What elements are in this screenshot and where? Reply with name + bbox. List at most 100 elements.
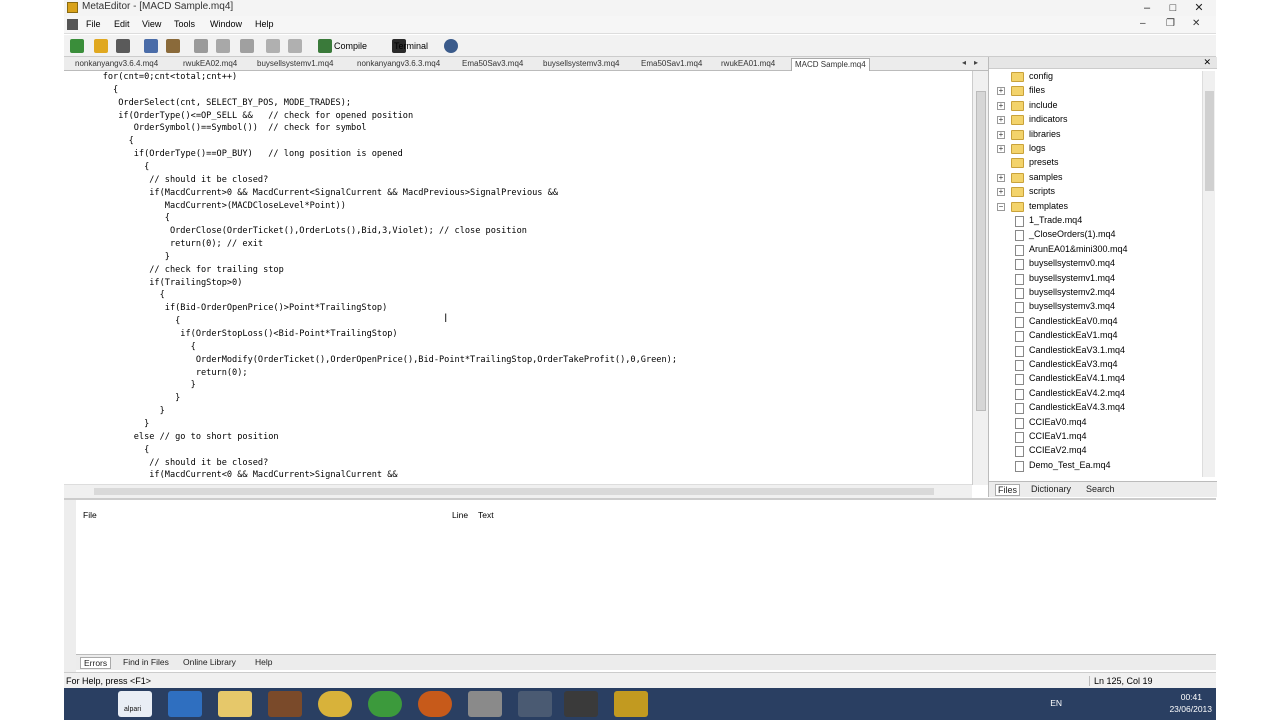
minimize-icon[interactable]: – [1136,0,1158,16]
tab-search[interactable]: Search [1084,484,1117,494]
tree-file[interactable]: Demo_Test_Ea.mq4 [989,459,1201,473]
tree-file[interactable]: CandlestickEaV3.1.mq4 [989,344,1201,358]
menu-help[interactable]: Help [255,19,274,29]
tab-file[interactable]: Ema50Sav3.mq4 [459,58,526,71]
tree-file[interactable]: 1_Trade.mq4 [989,214,1201,228]
expand-icon[interactable]: + [997,87,1005,96]
tab-file[interactable]: buysellsystemv3.mq4 [540,58,622,71]
tree-file[interactable]: CCIEaV2.mq4 [989,444,1201,458]
code-line[interactable]: if(Bid-OrderOpenPrice()>Point*TrailingSt… [82,303,387,313]
tree-file[interactable]: CandlestickEaV0.mq4 [989,315,1201,329]
doc-restore-icon[interactable]: ❐ [1166,18,1175,29]
tree-file[interactable]: CCIEaV1.mq4 [989,430,1201,444]
column-text[interactable]: Text [478,510,494,520]
tree-folder-logs[interactable]: + logs [989,142,1201,156]
new-file-icon[interactable] [70,39,84,53]
code-line[interactable]: OrderClose(OrderTicket(),OrderLots(),Bid… [82,226,527,236]
code-line[interactable]: else // go to short position [82,432,279,442]
code-line[interactable]: { [82,445,149,455]
file-explorer-icon[interactable] [218,691,252,717]
code-line[interactable]: if(TrailingStop>0) [82,278,242,288]
expand-icon[interactable]: + [997,116,1005,125]
menu-file[interactable]: File [86,19,101,29]
code-line[interactable]: { [82,85,118,95]
code-line[interactable]: } [82,380,196,390]
tree-file[interactable]: _CloseOrders(1).mq4 [989,228,1201,242]
tree-file[interactable]: buysellsystemv2.mq4 [989,286,1201,300]
code-line[interactable]: { [82,316,180,326]
code-line[interactable]: { [82,213,170,223]
window-icon[interactable] [518,691,552,717]
doc-close-icon[interactable]: ✕ [1192,18,1200,29]
expand-icon[interactable]: + [997,188,1005,197]
toolbox-toggle-icon[interactable] [166,39,180,53]
tree-file[interactable]: CandlestickEaV1.mq4 [989,329,1201,343]
code-line[interactable]: } [82,252,170,262]
navigator-close-icon[interactable]: ✕ [1203,57,1211,68]
tab-scroll-left-icon[interactable]: ◂ [962,58,966,67]
code-line[interactable]: // should it be closed? [82,175,268,185]
undo-icon[interactable] [266,39,280,53]
scrollbar-thumb[interactable] [1205,91,1214,191]
internet-explorer-icon[interactable] [168,691,202,717]
tools-icon[interactable] [468,691,502,717]
tab-online-library[interactable]: Online Library [180,657,239,667]
clock-time[interactable]: 00:41 [1181,692,1202,702]
code-line[interactable]: // should it be closed? [82,458,268,468]
code-line[interactable]: for(cnt=0;cnt<total;cnt++) [82,72,238,82]
code-line[interactable]: OrderSymbol()==Symbol()) // check for sy… [82,123,367,133]
tab-file[interactable]: rwukEA02.mq4 [180,58,240,71]
compile-icon[interactable] [318,39,332,53]
tab-file[interactable]: buysellsystemv1.mq4 [254,58,336,71]
editor-horizontal-scrollbar[interactable] [64,484,972,498]
copy-icon[interactable] [216,39,230,53]
tree-file[interactable]: CandlestickEaV3.mq4 [989,358,1201,372]
tree-file[interactable]: CandlestickEaV4.1.mq4 [989,372,1201,386]
tree-file[interactable]: buysellsystemv3.mq4 [989,300,1201,314]
menu-view[interactable]: View [142,19,161,29]
tree-folder-include[interactable]: + include [989,99,1201,113]
code-line[interactable]: if(OrderStopLoss()<Bid-Point*TrailingSto… [82,329,397,339]
expand-icon[interactable]: + [997,101,1005,110]
metaeditor-taskbar-icon[interactable] [614,691,648,717]
tab-help[interactable]: Help [252,657,275,667]
compile-button[interactable]: Compile [334,41,367,51]
code-line[interactable]: } [82,393,180,403]
tree-file[interactable]: CandlestickEaV4.3.mq4 [989,401,1201,415]
navigator-scrollbar[interactable] [1202,71,1215,477]
navigator-toggle-icon[interactable] [144,39,158,53]
code-line[interactable]: OrderModify(OrderTicket(),OrderOpenPrice… [82,355,677,365]
toolbox-side-handle[interactable] [64,500,76,672]
code-line[interactable]: { [82,342,196,352]
menu-edit[interactable]: Edit [114,19,130,29]
open-folder-icon[interactable] [94,39,108,53]
tree-folder-config[interactable]: config [989,70,1201,84]
tab-active-file[interactable]: MACD Sample.mq4 [791,58,870,71]
tree-file[interactable]: CCIEaV0.mq4 [989,416,1201,430]
tree-file[interactable]: CandlestickEaV4.2.mq4 [989,387,1201,401]
expand-icon[interactable]: + [997,173,1005,182]
tab-file[interactable]: rwukEA01.mq4 [718,58,778,71]
tree-file[interactable]: buysellsystemv0.mq4 [989,257,1201,271]
doc-minimize-icon[interactable]: – [1140,18,1146,29]
tree-folder-templates[interactable]: − templates [989,200,1201,214]
column-line[interactable]: Line [452,510,468,520]
code-line[interactable]: if(MacdCurrent<0 && MacdCurrent>SignalCu… [82,470,397,480]
column-file[interactable]: File [83,510,97,520]
code-line[interactable]: MacdCurrent>(MACDCloseLevel*Point)) [82,201,346,211]
menu-tools[interactable]: Tools [174,19,195,29]
save-icon[interactable] [116,39,130,53]
utorrent-icon[interactable] [368,691,402,717]
media-player-icon[interactable] [268,691,302,717]
menu-window[interactable]: Window [210,19,242,29]
clock-date[interactable]: 23/06/2013 [1169,704,1212,714]
code-line[interactable]: { [82,136,134,146]
code-line[interactable]: return(0); [82,368,248,378]
tab-scroll-right-icon[interactable]: ▸ [974,58,978,67]
expand-icon[interactable]: + [997,145,1005,153]
tab-files[interactable]: Files [995,484,1021,496]
cut-icon[interactable] [194,39,208,53]
tree-file[interactable]: buysellsystemv1.mq4 [989,272,1201,286]
code-line[interactable]: return(0); // exit [82,239,263,249]
tree-folder-samples[interactable]: + samples [989,171,1201,185]
